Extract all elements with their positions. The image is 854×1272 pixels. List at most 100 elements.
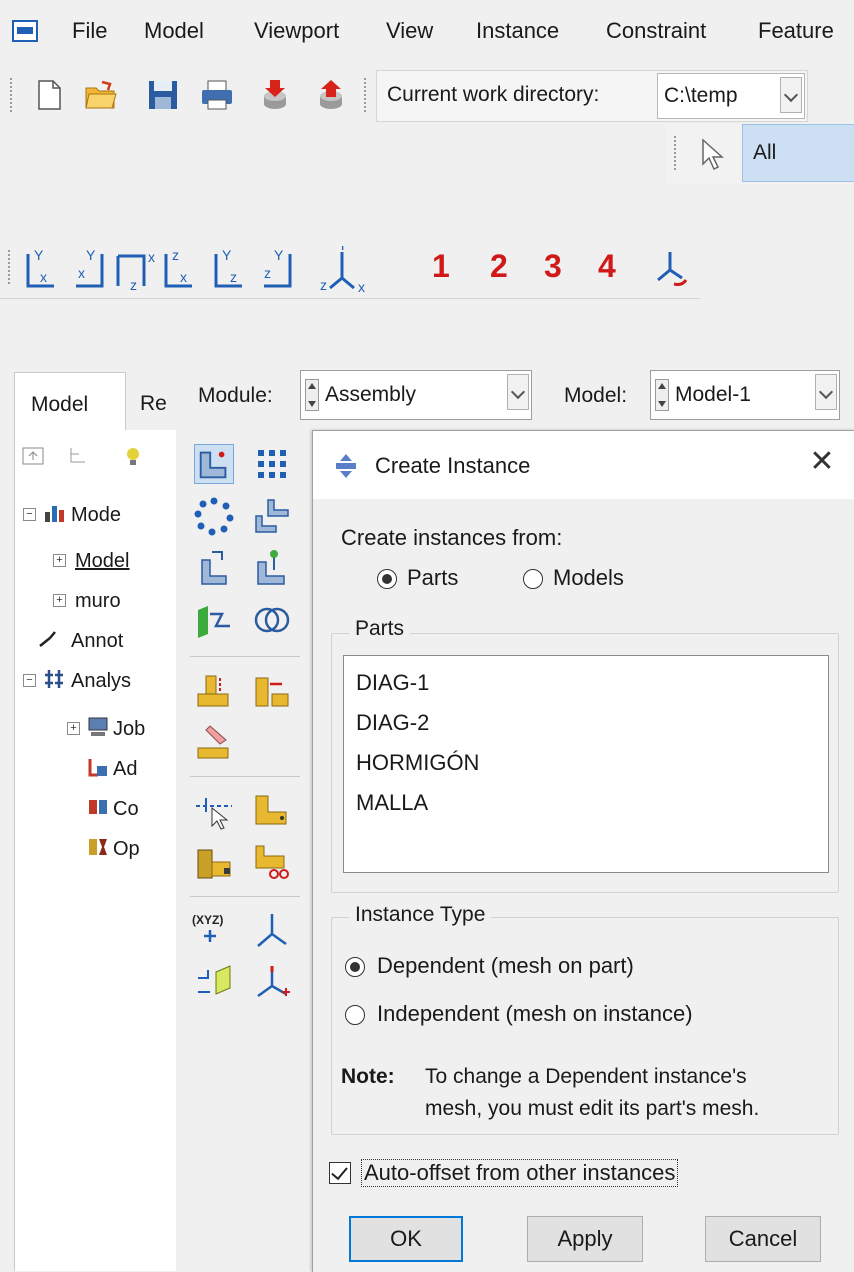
svg-text:x: x [78, 265, 85, 281]
translate-to-icon[interactable] [252, 548, 292, 588]
menu-constraint[interactable]: Constraint [606, 18, 706, 44]
cursor-arrow-icon[interactable] [698, 138, 728, 172]
menu-file[interactable]: File [72, 18, 107, 44]
auto-offset-checkbox[interactable] [329, 1162, 351, 1184]
create-instance-tool[interactable] [194, 444, 234, 484]
work-directory-combo[interactable]: C:\temp [657, 73, 805, 119]
expand-icon[interactable]: + [53, 594, 66, 607]
tree-item-analysis[interactable]: Analys [71, 670, 131, 693]
work-directory-group: Current work directory: C:\temp [376, 70, 808, 122]
svg-text:z: z [130, 277, 137, 293]
export-icon[interactable] [314, 78, 348, 112]
chevron-down-icon[interactable] [780, 77, 802, 113]
toolbar-grip[interactable] [674, 136, 682, 170]
list-item[interactable]: HORMIGÓN [356, 750, 479, 776]
radial-pattern-icon[interactable] [194, 496, 234, 536]
translate-instance-icon[interactable] [252, 496, 292, 536]
tab-model-label: Model [31, 393, 89, 416]
radio-parts[interactable] [377, 569, 397, 589]
import-icon[interactable] [258, 78, 292, 112]
menu-instance[interactable]: Instance [476, 18, 559, 44]
menu-model[interactable]: Model [144, 18, 204, 44]
collapse-icon[interactable]: − [23, 508, 36, 521]
dialog-title: Create Instance [375, 453, 531, 478]
tree-item-models[interactable]: Mode [71, 504, 121, 527]
radio-parts-label[interactable]: Parts [407, 565, 458, 591]
toolbar-grip[interactable] [8, 250, 16, 284]
list-item[interactable]: MALLA [356, 790, 428, 816]
menu-feature[interactable]: Feature [758, 18, 834, 44]
edge-constraint-icon[interactable] [194, 722, 234, 762]
query-select-icon[interactable] [194, 790, 234, 830]
radio-independent-label[interactable]: Independent (mesh on instance) [377, 1001, 693, 1027]
spin-arrows-icon[interactable] [655, 379, 669, 411]
tree-item-muro[interactable]: muro [75, 590, 121, 613]
chevron-down-icon[interactable] [507, 374, 529, 410]
new-file-icon[interactable] [32, 78, 66, 112]
viewport-1[interactable]: 1 [432, 248, 450, 285]
app-window-icon[interactable] [12, 20, 38, 42]
tree-item-co-executions[interactable]: Co [113, 798, 139, 821]
merge-cut-icon[interactable] [194, 600, 234, 640]
svg-text:Y: Y [274, 247, 284, 263]
tree-tool-icons[interactable] [21, 442, 171, 472]
tree-item-annotations[interactable]: Annot [71, 630, 123, 653]
face-to-face-icon[interactable] [252, 670, 292, 710]
module-combo[interactable]: Assembly [300, 370, 532, 420]
datum-csys-icon[interactable] [252, 910, 292, 950]
coaxial-icon[interactable] [252, 790, 292, 830]
print-icon[interactable] [200, 78, 234, 112]
toolbar-grip[interactable] [10, 78, 18, 112]
co-execution-icon [89, 800, 107, 814]
radio-dependent[interactable] [345, 957, 365, 977]
adaptivity-icon [88, 759, 107, 777]
contact-constraint-icon[interactable] [194, 842, 234, 882]
tab-model[interactable]: Model [14, 372, 126, 431]
model-combo[interactable]: Model-1 [650, 370, 840, 420]
menu-viewport[interactable]: Viewport [254, 18, 339, 44]
tree-item-jobs[interactable]: Job [113, 718, 145, 741]
menu-view[interactable]: View [386, 18, 433, 44]
rotate-axes-icon[interactable] [650, 248, 690, 290]
datum-axis-icon[interactable] [252, 962, 292, 1002]
viewport-3[interactable]: 3 [544, 248, 562, 285]
parallel-face-icon[interactable] [194, 670, 234, 710]
parts-list[interactable]: DIAG-1 DIAG-2 HORMIGÓN MALLA [343, 655, 829, 873]
selection-filter[interactable]: All [742, 124, 854, 182]
tree-item-model[interactable]: Model [75, 550, 129, 573]
list-item[interactable]: DIAG-2 [356, 710, 429, 736]
ok-button[interactable]: OK [349, 1216, 463, 1262]
model-tree: − Mode + Model + muro Annot − Analys + J… [14, 430, 177, 1271]
spin-arrows-icon[interactable] [305, 379, 319, 411]
reference-point-icon[interactable]: (XYZ) [190, 910, 230, 950]
expand-icon[interactable]: + [67, 722, 80, 735]
radio-independent[interactable] [345, 1005, 365, 1025]
viewport-4[interactable]: 4 [598, 248, 616, 285]
viewport-2[interactable]: 2 [490, 248, 508, 285]
radio-models-label[interactable]: Models [553, 565, 624, 591]
toolbar-grip[interactable] [364, 78, 372, 112]
collapse-icon[interactable]: − [23, 674, 36, 687]
list-item[interactable]: DIAG-1 [356, 670, 429, 696]
datum-plane-icon[interactable] [194, 962, 234, 1002]
svg-text:z: z [264, 265, 271, 281]
tree-item-optimization[interactable]: Op [113, 838, 140, 861]
expand-icon[interactable]: + [53, 554, 66, 567]
close-icon[interactable]: ✕ [807, 447, 837, 477]
dialog-title-bar[interactable]: Create Instance ✕ [313, 431, 854, 499]
auto-offset-label[interactable]: Auto-offset from other instances [361, 1159, 679, 1187]
cut-instance-icon[interactable] [252, 842, 292, 882]
boolean-icon[interactable] [252, 600, 292, 640]
rotate-instance-icon[interactable] [194, 548, 234, 588]
linear-pattern-icon[interactable] [252, 444, 292, 484]
cancel-button[interactable]: Cancel [705, 1216, 821, 1262]
open-folder-icon[interactable] [84, 78, 118, 112]
view-orientation-icons[interactable]: Yx xY zx zx Yz zY zxY [20, 246, 420, 294]
radio-dependent-label[interactable]: Dependent (mesh on part) [377, 953, 634, 979]
radio-models[interactable] [523, 569, 543, 589]
chevron-down-icon[interactable] [815, 374, 837, 410]
save-icon[interactable] [146, 78, 180, 112]
tab-results[interactable]: Re [124, 372, 176, 430]
tree-item-adaptivity[interactable]: Ad [113, 758, 137, 781]
apply-button[interactable]: Apply [527, 1216, 643, 1262]
